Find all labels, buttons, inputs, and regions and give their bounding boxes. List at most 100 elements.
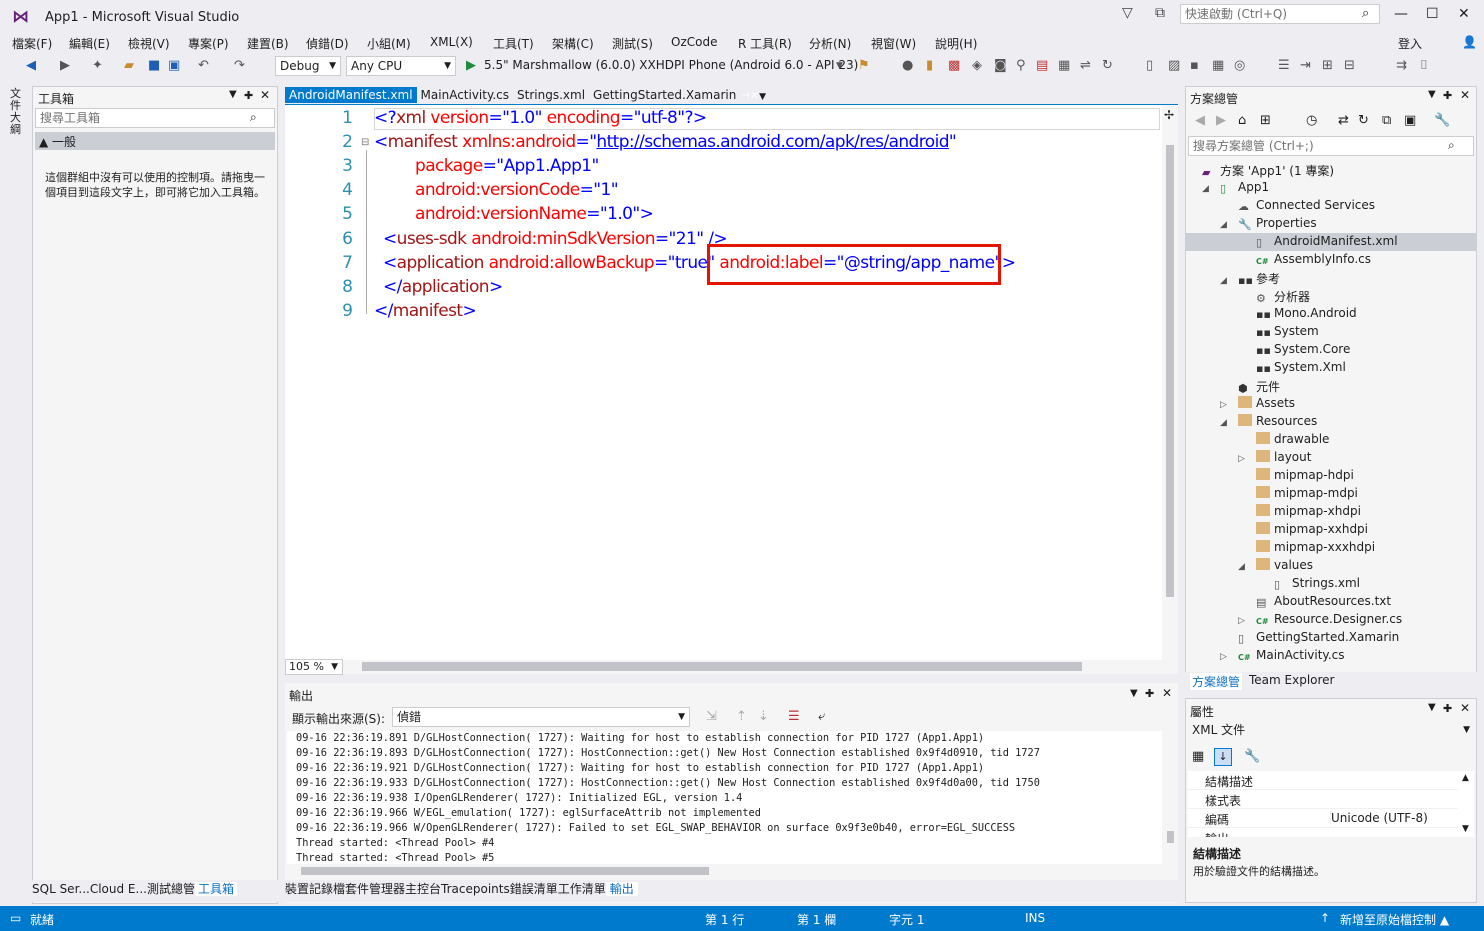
search-icon[interactable]: ⌕ [1448, 138, 1455, 153]
solution-tree-item[interactable]: mipmap-hdpi [1238, 468, 1354, 482]
save-icon[interactable]: ■ [148, 58, 160, 73]
next-message-icon[interactable]: ⇣ [758, 709, 769, 724]
expand-arrow-icon[interactable]: ▷ [1238, 616, 1256, 626]
start-debug-icon[interactable]: ▶ [466, 58, 476, 73]
bottom-tab[interactable]: 裝置記錄檔 [285, 882, 345, 896]
chevron-down-icon[interactable]: ▼ [836, 61, 843, 71]
solution-tree-item[interactable]: ⬢ 元件 [1220, 378, 1280, 395]
output-text-area[interactable]: 09-16 22:36:19.891 D/GLHostConnection( 1… [287, 731, 1162, 864]
solution-tab[interactable]: 方案總管 [1190, 673, 1243, 690]
prev-message-icon[interactable]: ⇡ [736, 709, 747, 724]
alphabetical-icon[interactable]: ↓ [1214, 748, 1232, 766]
dropdown-arrow-icon[interactable]: ▼ [229, 89, 237, 100]
pin-icon[interactable]: ⊣ [740, 89, 750, 102]
back-icon[interactable]: ◀ [26, 58, 36, 73]
close-icon[interactable]: ✕ [750, 89, 759, 102]
android-sdk-icon[interactable]: ▩ [948, 58, 960, 73]
bracket-icon[interactable]: ⌷ [1420, 58, 1428, 73]
document-outline-tab[interactable]: 文件大綱 [10, 88, 24, 136]
find-message-icon[interactable]: ⇲ [706, 709, 717, 724]
editor-tab[interactable]: GettingStarted.Xamarin [589, 87, 740, 103]
indent-icon[interactable]: ⇥ [1300, 58, 1311, 73]
solution-tree-item[interactable]: ◢ Resources [1220, 414, 1317, 428]
left-tab[interactable]: 測試總管 [147, 882, 195, 896]
solution-tree-item[interactable]: ▯ Strings.xml [1256, 576, 1360, 591]
terminal-icon[interactable]: ▪ [1190, 58, 1199, 73]
categorized-icon[interactable]: ▦ [1192, 749, 1204, 764]
expand-arrow-icon[interactable]: ▷ [1238, 454, 1256, 464]
bottom-tab[interactable]: 錯誤清單 [510, 882, 558, 896]
sync-icon[interactable]: ⇄ [1338, 113, 1349, 128]
scroll-up-icon[interactable]: ▲ [1462, 773, 1469, 783]
ozcode-icon[interactable]: ⇉ [1396, 58, 1407, 73]
bottom-tab[interactable]: 套件管理器主控台 [345, 882, 441, 896]
properties-object-dropdown[interactable]: XML 文件 ▼ [1188, 721, 1474, 741]
output-source-dropdown[interactable]: 偵錯 ▼ [392, 707, 690, 727]
add-to-source-control[interactable]: 新增至原始檔控制 ▲ [1340, 911, 1449, 928]
solution-tree-item[interactable]: ▰ 方案 'App1' (1 專案) [1184, 162, 1334, 179]
tab-overflow-icon[interactable]: ▼ [759, 92, 766, 102]
solution-tree-item[interactable]: ▷ C# MainActivity.cs [1220, 648, 1344, 665]
feedback-icon[interactable]: ⧉ [1155, 5, 1165, 21]
property-row[interactable]: 樣式表 [1188, 790, 1458, 809]
solution-tree-item[interactable]: mipmap-xxhdpi [1238, 522, 1368, 536]
scroll-thumb[interactable] [301, 867, 709, 875]
close-icon[interactable]: ✕ [1460, 88, 1470, 102]
attach-icon[interactable]: ⚑ [858, 58, 870, 73]
solution-tree-item[interactable]: ▪▪ System.Xml [1238, 360, 1346, 375]
horizontal-scroll-thumb[interactable] [362, 662, 1082, 671]
solution-tree-item[interactable]: ◢ ▪▪ 參考 [1220, 270, 1280, 287]
property-pages-icon[interactable]: 🔧 [1244, 749, 1260, 764]
solution-tab[interactable]: Team Explorer [1249, 673, 1335, 687]
scroll-down-icon[interactable]: ▼ [1462, 824, 1469, 834]
solution-tree-item[interactable]: mipmap-xhdpi [1238, 504, 1361, 518]
expand-arrow-icon[interactable]: ◢ [1238, 562, 1256, 572]
menu-item[interactable]: 檔案(F) [12, 35, 52, 52]
list-icon[interactable]: ☰ [1278, 58, 1290, 73]
collapse-icon[interactable]: ⊟ [361, 137, 369, 148]
property-row[interactable]: 結構描述 [1188, 771, 1458, 790]
menu-item[interactable]: 建置(B) [247, 35, 289, 52]
property-row[interactable]: 輸出 [1188, 828, 1458, 837]
menu-item[interactable]: 分析(N) [809, 35, 851, 52]
pin-icon[interactable]: ✚ [1443, 702, 1452, 715]
designer-icon[interactable]: ▤ [1036, 58, 1048, 73]
search-icon[interactable]: ⌕ [1362, 6, 1369, 21]
solution-tree-item[interactable]: mipmap-xxxhdpi [1238, 540, 1375, 554]
pin-icon[interactable]: ✚ [1443, 89, 1452, 102]
back-icon[interactable]: ◀ [1195, 113, 1205, 128]
zoom-dropdown[interactable]: 105 % ▼ [285, 659, 343, 675]
menu-item[interactable]: XML(X) [430, 35, 473, 49]
close-button[interactable]: ✕ [1458, 6, 1470, 22]
refresh-icon[interactable]: ↻ [1358, 113, 1369, 128]
menu-item[interactable]: OzCode [671, 35, 717, 49]
layout-icon[interactable]: ▦ [1058, 58, 1070, 73]
feedback-user-icon[interactable]: 👤 [1462, 35, 1477, 49]
solution-tree-item[interactable]: ▷ Assets [1220, 396, 1295, 410]
bottom-tab[interactable]: 工作清單 [558, 882, 606, 896]
home-icon[interactable]: ⌂ [1238, 113, 1246, 128]
open-file-icon[interactable]: ▰ [124, 58, 134, 73]
bottom-tab[interactable]: Tracepoints [441, 882, 510, 896]
menu-item[interactable]: 架構(C) [552, 35, 594, 52]
pin-icon[interactable]: ✚ [1145, 687, 1154, 700]
solution-tree-item[interactable]: ▷ C# Resource.Designer.cs [1238, 612, 1402, 629]
scroll-thumb[interactable] [1166, 145, 1174, 597]
outline-icon[interactable]: ▨ [1168, 58, 1180, 73]
solution-tree-item[interactable]: ☁ Connected Services [1220, 198, 1375, 213]
dropdown-arrow-icon[interactable]: ▼ [1428, 89, 1436, 100]
solution-tree-item[interactable]: ⚙ 分析器 [1238, 288, 1310, 305]
close-icon[interactable]: ✕ [1460, 701, 1470, 715]
menu-item[interactable]: 小組(M) [367, 35, 411, 52]
code-editor[interactable]: 123456789 <?xml version="1.0" encoding="… [285, 105, 1178, 660]
solution-search-input[interactable]: 搜尋方案總管 (Ctrl+;) [1188, 136, 1474, 156]
solution-tree-item[interactable]: ▪▪ Mono.Android [1238, 306, 1357, 321]
save-all-icon[interactable]: ▣ [168, 58, 180, 73]
show-all-files-icon[interactable]: ▣ [1404, 113, 1416, 128]
collapse-all-icon[interactable]: ⧉ [1382, 113, 1391, 128]
expand-arrow-icon[interactable]: ◢ [1220, 276, 1238, 286]
toolbox-search-input[interactable]: 搜尋工具箱 [35, 108, 275, 128]
grid-icon[interactable]: ▦ [1212, 58, 1224, 73]
solution-tree-item[interactable]: ▷ layout [1238, 450, 1311, 464]
pin-icon[interactable]: ✚ [244, 89, 253, 102]
